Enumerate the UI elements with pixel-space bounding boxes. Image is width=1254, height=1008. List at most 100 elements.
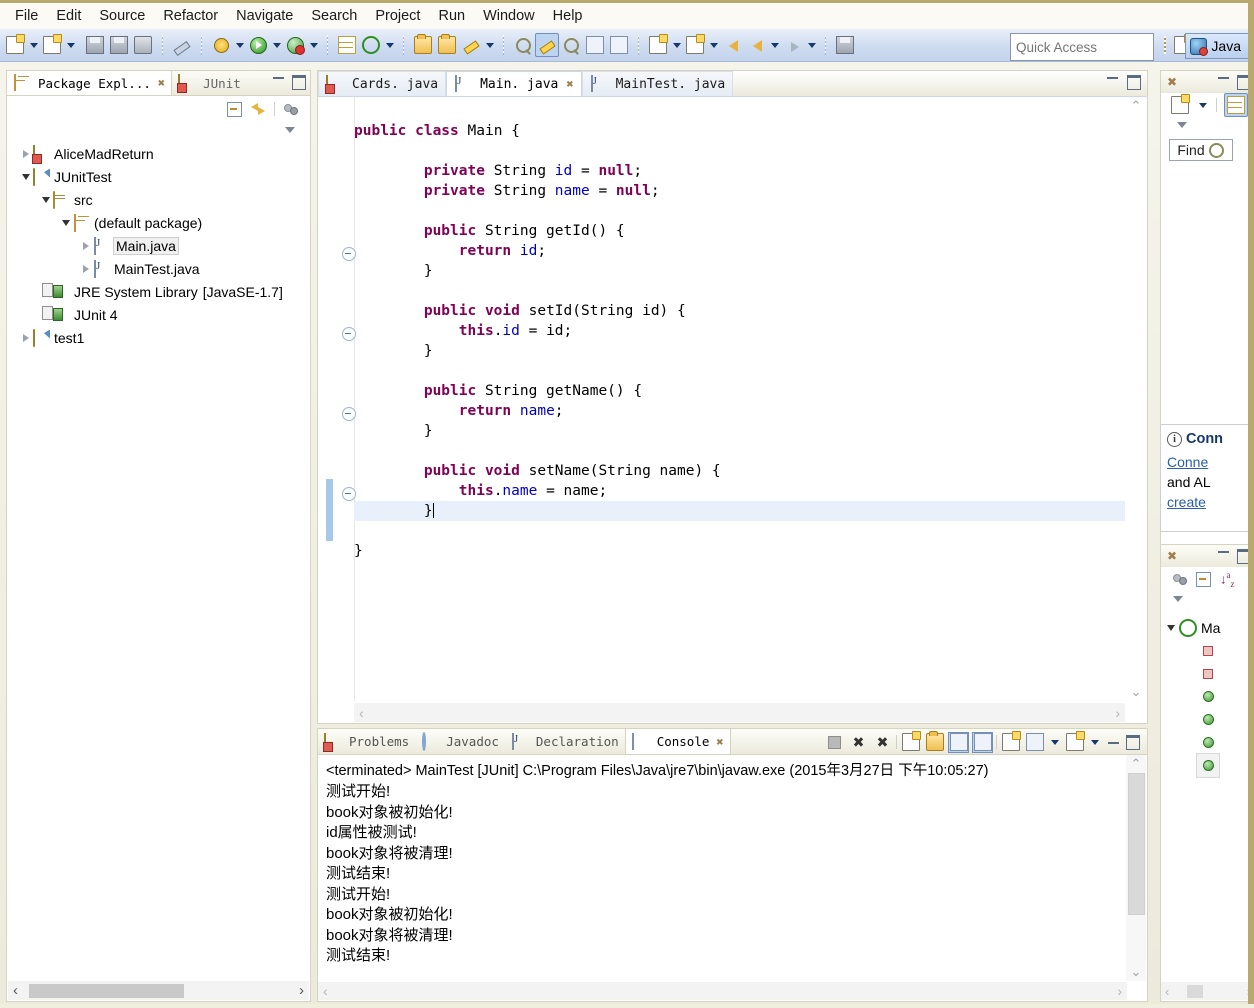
- outline-root-item[interactable]: Ma: [1161, 617, 1254, 639]
- tab-maintest-java[interactable]: MainTest. java: [581, 71, 734, 96]
- tree-item-main-java[interactable]: Main.java: [7, 234, 310, 257]
- menu-window[interactable]: Window: [474, 5, 544, 27]
- maximize-icon[interactable]: [1127, 75, 1141, 90]
- show-whitespace-icon[interactable]: [607, 33, 631, 57]
- refresh-icon[interactable]: [359, 33, 383, 57]
- menu-search[interactable]: Search: [302, 5, 366, 27]
- back-history-icon[interactable]: [744, 33, 768, 57]
- run-junit-icon[interactable]: [283, 33, 307, 57]
- scroll-left-icon[interactable]: ‹: [359, 705, 364, 721]
- new-wizard-dropdown-icon[interactable]: [27, 34, 40, 56]
- tab-javadoc[interactable]: Javadoc: [415, 729, 505, 754]
- sort-icon[interactable]: ↓az: [1220, 570, 1235, 589]
- menu-run[interactable]: Run: [429, 5, 474, 27]
- remove-all-launches-icon[interactable]: ✖: [872, 732, 893, 753]
- editor-vscrollbar[interactable]: ⌃ ⌄: [1126, 97, 1146, 701]
- scroll-left-icon[interactable]: ‹: [13, 982, 18, 999]
- scrollbar-thumb[interactable]: [29, 984, 184, 998]
- toggle-block-selection-icon[interactable]: [583, 33, 607, 57]
- display-selected-dropdown-icon[interactable]: [1048, 731, 1061, 753]
- open-resource-icon[interactable]: [435, 33, 459, 57]
- tree-item-src[interactable]: src: [7, 188, 310, 211]
- tab-problems[interactable]: Problems: [318, 729, 415, 754]
- menu-project[interactable]: Project: [366, 5, 429, 27]
- forward-dropdown-icon[interactable]: [707, 34, 720, 56]
- minimize-icon[interactable]: [273, 75, 284, 79]
- scroll-left-icon[interactable]: ‹: [323, 983, 328, 999]
- quick-access-input[interactable]: [1010, 33, 1154, 61]
- forward-history-icon[interactable]: [683, 33, 707, 57]
- editor-gutter[interactable]: [318, 97, 356, 701]
- tab-junit[interactable]: JUnit: [172, 71, 247, 95]
- scroll-up-icon[interactable]: ⌃: [1126, 97, 1146, 115]
- menu-refactor[interactable]: Refactor: [154, 5, 227, 27]
- close-icon[interactable]: ✖: [1167, 549, 1177, 563]
- outline-item-method[interactable]: [1161, 685, 1254, 708]
- chevron-right-icon[interactable]: [79, 241, 93, 250]
- new-package-icon[interactable]: [335, 33, 359, 57]
- hide-fields-icon[interactable]: [1173, 573, 1187, 585]
- terminate-icon[interactable]: [824, 732, 845, 753]
- new-task-icon[interactable]: [1171, 94, 1190, 114]
- minimize-icon[interactable]: [1108, 740, 1119, 744]
- open-console-dropdown-icon[interactable]: [1088, 731, 1101, 753]
- close-icon[interactable]: ✖: [158, 76, 165, 90]
- chevron-down-icon[interactable]: [59, 219, 73, 226]
- close-icon[interactable]: ✖: [716, 735, 723, 749]
- debug-icon[interactable]: [209, 33, 233, 57]
- outline-item-field[interactable]: [1161, 639, 1254, 662]
- chevron-right-icon[interactable]: [79, 264, 93, 273]
- source-code[interactable]: public class Main { private String id = …: [354, 112, 1125, 687]
- back-to-icon[interactable]: [720, 33, 744, 57]
- forward-navigate-dropdown-icon[interactable]: [805, 34, 818, 56]
- outline-item-method[interactable]: [1161, 708, 1254, 731]
- search-icon[interactable]: [459, 33, 483, 57]
- scroll-down-icon[interactable]: ⌄: [1126, 683, 1146, 701]
- menu-source[interactable]: Source: [90, 5, 154, 27]
- next-annotation-icon[interactable]: [511, 33, 535, 57]
- chevron-down-icon[interactable]: [39, 196, 53, 203]
- console-output[interactable]: 测试开始! book对象被初始化! id属性被测试! book对象将被清理! 测试结束!…: [318, 782, 1147, 967]
- scroll-right-icon[interactable]: ›: [1117, 983, 1122, 999]
- print-icon[interactable]: [131, 33, 155, 57]
- last-edit-dropdown-icon[interactable]: [670, 34, 683, 56]
- menu-edit[interactable]: Edit: [47, 5, 90, 27]
- run-icon[interactable]: [246, 33, 270, 57]
- connect-link[interactable]: Conne: [1167, 452, 1254, 472]
- new-java-class-icon[interactable]: [40, 33, 64, 57]
- scrollbar-thumb[interactable]: [1128, 773, 1145, 915]
- tree-item-alicemadreturn[interactable]: AliceMadReturn: [7, 142, 310, 165]
- show-console-on-output-icon[interactable]: [948, 731, 969, 753]
- new-java-class-dropdown-icon[interactable]: [64, 34, 77, 56]
- tab-package-explorer[interactable]: Package Expl... ✖: [7, 71, 173, 95]
- new-wizard-icon[interactable]: [3, 33, 27, 57]
- forward-navigate-icon[interactable]: [781, 33, 805, 57]
- outline-hscrollbar[interactable]: ‹ ›: [1161, 982, 1254, 1000]
- search-dropdown-icon[interactable]: [483, 34, 496, 56]
- outline-item-field[interactable]: [1161, 662, 1254, 685]
- tab-cards-java[interactable]: Cards. java: [318, 71, 447, 96]
- save-all-icon[interactable]: [107, 33, 131, 57]
- tree-item-test1[interactable]: test1: [7, 326, 310, 349]
- view-filter-icon[interactable]: [284, 103, 298, 115]
- collapse-all-icon[interactable]: [227, 101, 242, 117]
- menu-file[interactable]: File: [6, 5, 47, 27]
- minimize-icon[interactable]: [1218, 75, 1229, 79]
- scroll-left-icon[interactable]: ‹: [1165, 984, 1169, 999]
- tree-item-maintest-java[interactable]: MainTest.java: [7, 257, 310, 280]
- scroll-down-icon[interactable]: ⌄: [1126, 963, 1146, 981]
- tree-item-default-package[interactable]: (default package): [7, 211, 310, 234]
- toggle-mark-occurrences-icon[interactable]: [170, 33, 194, 57]
- tree-item-jre-system-library[interactable]: JRE System Library [JavaSE-1.7]: [7, 280, 310, 303]
- categorize-icon[interactable]: [1224, 93, 1248, 117]
- run-dropdown-icon[interactable]: [270, 34, 283, 56]
- menu-help[interactable]: Help: [544, 5, 592, 27]
- create-link[interactable]: create: [1167, 492, 1254, 512]
- scroll-lock-icon[interactable]: [924, 731, 945, 753]
- chevron-down-icon[interactable]: [19, 173, 33, 180]
- scroll-up-icon[interactable]: ⌃: [1126, 755, 1146, 773]
- tree-item-junittest[interactable]: JUnitTest: [7, 165, 310, 188]
- console-hscrollbar[interactable]: ‹ ›: [318, 982, 1127, 1000]
- open-type-icon[interactable]: [411, 33, 435, 57]
- refresh-dropdown-icon[interactable]: [383, 34, 396, 56]
